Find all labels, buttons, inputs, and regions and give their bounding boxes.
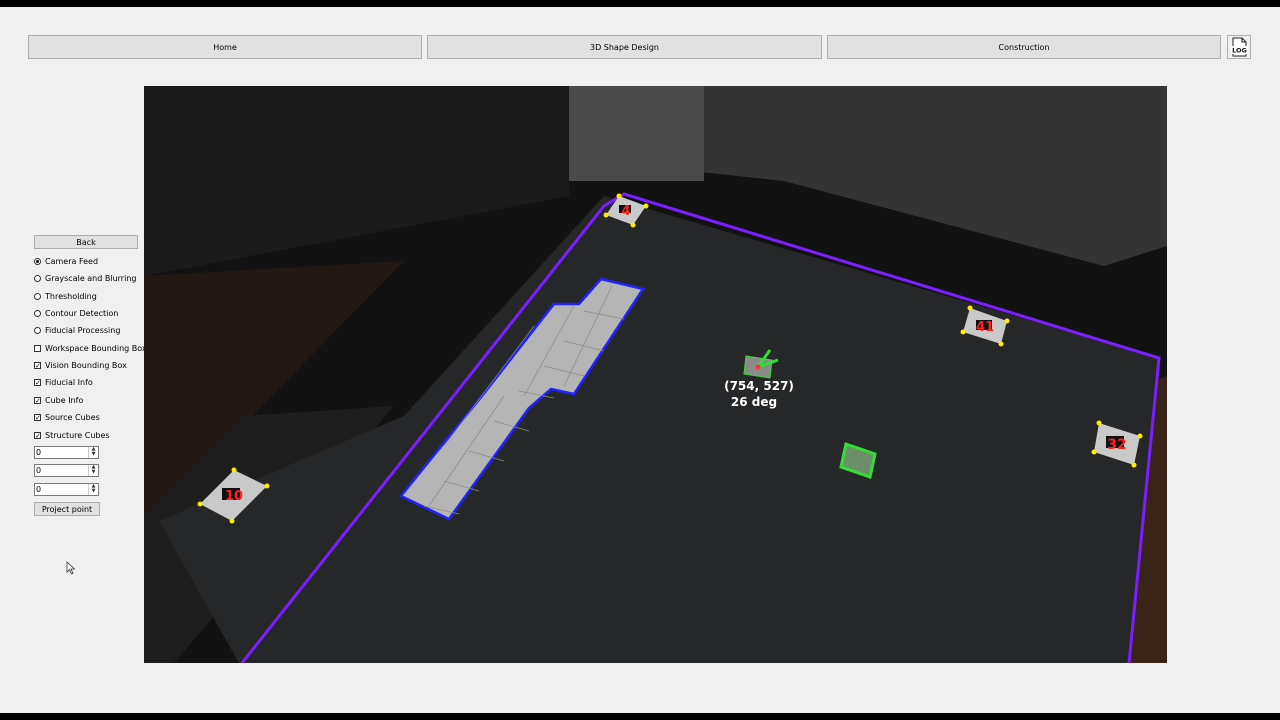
top-letterbox bbox=[0, 0, 1280, 7]
radio-fiducial-processing[interactable] bbox=[34, 326, 41, 334]
option-label: Grayscale and Blurring bbox=[45, 273, 137, 283]
option-label: Source Cubes bbox=[45, 412, 100, 422]
checkbox-source-cubes[interactable]: ✓ Source Cubes bbox=[34, 410, 100, 424]
option-label: Vision Bounding Box bbox=[45, 360, 127, 370]
radio-contour-detection[interactable] bbox=[34, 309, 41, 317]
back-button[interactable]: Back bbox=[34, 235, 138, 249]
checkbox-cube-info[interactable]: ✓ Cube Info bbox=[34, 393, 83, 407]
option-camera-feed[interactable]: Camera Feed bbox=[34, 254, 98, 268]
checkbox-structure-cubes[interactable]: ✓ Structure Cubes bbox=[34, 428, 110, 442]
option-contour-detection[interactable]: Contour Detection bbox=[34, 306, 118, 320]
cube-position-label: (754, 527) bbox=[724, 379, 794, 393]
option-label: Contour Detection bbox=[45, 308, 119, 318]
option-grayscale[interactable]: Grayscale and Blurring bbox=[34, 271, 136, 285]
checkbox-box[interactable]: ✓ bbox=[34, 378, 41, 386]
checkbox-box[interactable]: ✓ bbox=[34, 431, 41, 439]
log-icon-label: LOG bbox=[1232, 47, 1247, 55]
fiducial-id-32: 32 bbox=[1107, 437, 1126, 453]
spin-down-icon[interactable]: ▼ bbox=[89, 452, 98, 457]
cube-angle-label: 26 deg bbox=[731, 395, 777, 409]
y-spinbox[interactable]: ▲▼ bbox=[34, 464, 99, 477]
checkbox-box[interactable] bbox=[34, 344, 41, 352]
checkbox-box[interactable]: ✓ bbox=[34, 413, 41, 421]
checkbox-box[interactable]: ✓ bbox=[34, 396, 41, 404]
construction-button[interactable]: Construction bbox=[827, 35, 1221, 59]
option-fiducial-processing[interactable]: Fiducial Processing bbox=[34, 323, 120, 337]
option-label: Structure Cubes bbox=[45, 430, 110, 440]
x-spinbox[interactable]: ▲▼ bbox=[34, 446, 99, 459]
camera-feed-view[interactable]: (754, 527) 26 deg 4 41 32 10 bbox=[144, 86, 1167, 663]
option-label: Thresholding bbox=[45, 291, 97, 301]
y-spinbox-input[interactable] bbox=[35, 465, 88, 476]
log-button[interactable]: LOG bbox=[1227, 35, 1251, 59]
log-file-icon: LOG bbox=[1231, 37, 1248, 57]
checkbox-workspace-bounding-box[interactable]: Workspace Bounding Box bbox=[34, 341, 147, 355]
checkbox-box[interactable]: ✓ bbox=[34, 361, 41, 369]
back-panel bbox=[569, 86, 704, 181]
z-spinbox[interactable]: ▲▼ bbox=[34, 483, 99, 496]
cube-center bbox=[755, 364, 761, 370]
radio-camera-feed[interactable] bbox=[34, 257, 41, 265]
spin-arrows[interactable]: ▲ ▼ bbox=[88, 484, 98, 495]
option-label: Workspace Bounding Box bbox=[45, 343, 147, 353]
radio-thresholding[interactable] bbox=[34, 292, 41, 300]
mouse-cursor-icon bbox=[66, 561, 76, 577]
checkbox-vision-bounding-box[interactable]: ✓ Vision Bounding Box bbox=[34, 358, 127, 372]
option-label: Fiducial Info bbox=[45, 377, 93, 387]
fiducial-id-10: 10 bbox=[225, 489, 243, 504]
z-spinbox-input[interactable] bbox=[35, 484, 88, 495]
option-thresholding[interactable]: Thresholding bbox=[34, 289, 97, 303]
option-label: Camera Feed bbox=[45, 256, 99, 266]
checkbox-fiducial-info[interactable]: ✓ Fiducial Info bbox=[34, 375, 93, 389]
project-point-button[interactable]: Project point bbox=[34, 502, 100, 516]
spin-down-icon[interactable]: ▼ bbox=[89, 489, 98, 494]
fiducial-id-41: 41 bbox=[976, 320, 994, 335]
spin-arrows[interactable]: ▲ ▼ bbox=[88, 465, 98, 476]
radio-grayscale[interactable] bbox=[34, 274, 41, 282]
spin-arrows[interactable]: ▲ ▼ bbox=[88, 447, 98, 458]
bottom-letterbox bbox=[0, 713, 1280, 720]
home-button[interactable]: Home bbox=[28, 35, 422, 59]
camera-image: (754, 527) 26 deg 4 41 32 10 bbox=[144, 86, 1167, 663]
option-label: Fiducial Processing bbox=[45, 325, 121, 335]
x-spinbox-input[interactable] bbox=[35, 447, 88, 458]
design-button[interactable]: 3D Shape Design bbox=[427, 35, 822, 59]
spin-down-icon[interactable]: ▼ bbox=[89, 470, 98, 475]
fiducial-id-4: 4 bbox=[621, 204, 630, 219]
option-label: Cube Info bbox=[45, 395, 84, 405]
